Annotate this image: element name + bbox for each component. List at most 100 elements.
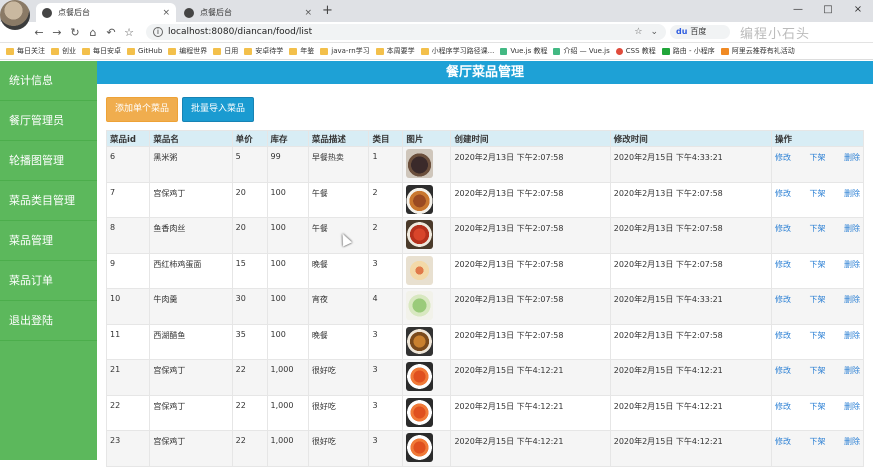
cell-stock: 100 bbox=[266, 252, 309, 289]
food-image bbox=[406, 362, 434, 391]
star-outline-icon[interactable]: ☆ bbox=[120, 26, 138, 39]
cell-desc: 早餐热卖 bbox=[307, 146, 370, 183]
off-shelf-link[interactable]: 下架 bbox=[810, 294, 826, 305]
cell-image bbox=[402, 181, 452, 218]
bookmark-label: 小程序学习路径课... bbox=[431, 47, 495, 55]
search-engine-box[interactable]: du 百度 bbox=[670, 25, 730, 39]
cell-modified: 2020年2月13日 下午2:07:58 bbox=[609, 323, 773, 360]
bookmark-item[interactable]: 创业 bbox=[51, 46, 76, 56]
edit-link[interactable]: 修改 bbox=[775, 436, 791, 447]
edit-link[interactable]: 修改 bbox=[775, 259, 791, 270]
forward-icon[interactable]: → bbox=[48, 26, 66, 39]
bookmark-item[interactable]: 每日关注 bbox=[6, 46, 45, 56]
back-icon[interactable]: ← bbox=[30, 26, 48, 39]
cell-image bbox=[402, 146, 452, 183]
bookmark-item[interactable]: 编程世界 bbox=[168, 46, 207, 56]
bookmark-item[interactable]: 日用 bbox=[213, 46, 238, 56]
add-food-button[interactable]: 添加单个菜品 bbox=[106, 97, 179, 122]
sidebar-item[interactable]: 菜品管理 bbox=[0, 221, 97, 261]
cell-created: 2020年2月15日 下午4:12:21 bbox=[450, 359, 611, 396]
folder-icon bbox=[289, 47, 298, 55]
table-header-row: 菜品id 菜品名 单价 库存 菜品描述 类目 图片 创建时间 修改时间 操作 bbox=[105, 130, 864, 147]
bookmark-item[interactable]: CSS 教程 bbox=[615, 46, 656, 56]
edit-link[interactable]: 修改 bbox=[775, 223, 791, 234]
bookmark-item[interactable]: 介绍 — Vue.js bbox=[553, 46, 610, 56]
delete-link[interactable]: 删除 bbox=[844, 223, 860, 234]
edit-link[interactable]: 修改 bbox=[775, 152, 791, 163]
cell-category: 3 bbox=[368, 323, 404, 360]
close-window-icon[interactable]: × bbox=[843, 0, 873, 20]
url-input[interactable]: i localhost:8080/diancan/food/list ☆ ⌄ bbox=[146, 24, 666, 40]
minimize-icon[interactable]: — bbox=[783, 0, 813, 20]
delete-link[interactable]: 删除 bbox=[844, 188, 860, 199]
edit-link[interactable]: 修改 bbox=[775, 294, 791, 305]
home-icon[interactable]: ⌂ bbox=[84, 26, 102, 39]
edit-link[interactable]: 修改 bbox=[775, 330, 791, 341]
close-icon[interactable]: × bbox=[162, 8, 170, 18]
sidebar-item[interactable]: 轮播图管理 bbox=[0, 141, 97, 181]
off-shelf-link[interactable]: 下架 bbox=[810, 188, 826, 199]
sidebar-item[interactable]: 统计信息 bbox=[0, 61, 97, 101]
cell-id: 11 bbox=[105, 323, 151, 360]
cell-modified: 2020年2月15日 下午4:12:21 bbox=[609, 359, 773, 396]
off-shelf-link[interactable]: 下架 bbox=[810, 436, 826, 447]
off-shelf-link[interactable]: 下架 bbox=[810, 330, 826, 341]
off-shelf-link[interactable]: 下架 bbox=[810, 223, 826, 234]
cell-actions: 修改 下架 删除 bbox=[771, 217, 864, 254]
maximize-icon[interactable]: □ bbox=[813, 0, 843, 20]
bookmark-item[interactable]: 每日安卓 bbox=[82, 46, 121, 56]
info-icon[interactable]: i bbox=[153, 27, 163, 37]
sidebar-item[interactable]: 菜品订单 bbox=[0, 261, 97, 301]
batch-import-button[interactable]: 批量导入菜品 bbox=[182, 97, 255, 122]
folder-icon bbox=[127, 47, 135, 55]
bookmark-star-icon[interactable]: ☆ bbox=[634, 27, 642, 37]
new-tab-button[interactable]: + bbox=[322, 3, 333, 18]
undo-icon[interactable]: ↶ bbox=[102, 26, 120, 39]
close-icon[interactable]: × bbox=[304, 8, 312, 18]
bookmark-item[interactable]: 阿里云推荐有礼活动 bbox=[720, 46, 795, 56]
bookmark-item[interactable]: java-rn学习 bbox=[320, 46, 370, 56]
edit-link[interactable]: 修改 bbox=[775, 401, 791, 412]
folder-icon bbox=[320, 47, 329, 55]
cell-modified: 2020年2月15日 下午4:33:21 bbox=[609, 146, 773, 183]
cell-id: 22 bbox=[105, 394, 151, 431]
column-header: 修改时间 bbox=[609, 130, 773, 147]
dropdown-icon[interactable]: ⌄ bbox=[650, 27, 658, 37]
bookmark-item[interactable]: 本周要学 bbox=[375, 46, 415, 56]
cell-actions: 修改 下架 删除 bbox=[771, 146, 864, 183]
cell-category: 3 bbox=[368, 394, 404, 431]
delete-link[interactable]: 删除 bbox=[844, 365, 860, 376]
cell-stock: 100 bbox=[266, 217, 309, 254]
bookmark-item[interactable]: 小程序学习路径课... bbox=[420, 46, 495, 56]
cell-desc: 很好吃 bbox=[307, 359, 370, 396]
bookmark-item[interactable]: 年鉴 bbox=[289, 46, 314, 56]
watermark: 编程小石头 bbox=[740, 27, 811, 42]
sidebar-item[interactable]: 餐厅管理员 bbox=[0, 101, 97, 141]
browser-tab[interactable]: 点餐后台 × bbox=[178, 3, 318, 22]
delete-link[interactable]: 删除 bbox=[844, 436, 860, 447]
delete-link[interactable]: 删除 bbox=[844, 294, 860, 305]
bookmark-item[interactable]: 路由 - 小程序 bbox=[661, 46, 715, 56]
sidebar-item[interactable]: 退出登陆 bbox=[0, 301, 97, 341]
off-shelf-link[interactable]: 下架 bbox=[810, 365, 826, 376]
bookmark-item[interactable]: GitHub bbox=[127, 47, 162, 55]
off-shelf-link[interactable]: 下架 bbox=[810, 401, 826, 412]
edit-link[interactable]: 修改 bbox=[775, 188, 791, 199]
delete-link[interactable]: 删除 bbox=[844, 330, 860, 341]
off-shelf-link[interactable]: 下架 bbox=[810, 259, 826, 270]
table-row: 9 西红柿鸡蛋面 15 100 晚餐 3 2020年2月13日 下午2:07:58 2020年… bbox=[105, 252, 864, 289]
bookmark-item[interactable]: Vue.js 教程 bbox=[500, 46, 547, 56]
delete-link[interactable]: 删除 bbox=[844, 401, 860, 412]
off-shelf-link[interactable]: 下架 bbox=[810, 152, 826, 163]
cell-image bbox=[402, 430, 452, 467]
cell-created: 2020年2月13日 下午2:07:58 bbox=[450, 323, 611, 360]
reload-icon[interactable]: ↻ bbox=[66, 26, 84, 39]
search-engine-label: 百度 bbox=[690, 27, 707, 36]
browser-tab-active[interactable]: 点餐后台 × bbox=[36, 3, 176, 22]
sidebar-item[interactable]: 菜品类目管理 bbox=[0, 181, 97, 221]
delete-link[interactable]: 删除 bbox=[844, 152, 860, 163]
bookmark-item[interactable]: 安卓待学 bbox=[244, 46, 283, 56]
edit-link[interactable]: 修改 bbox=[775, 365, 791, 376]
food-image bbox=[406, 184, 434, 214]
delete-link[interactable]: 删除 bbox=[844, 259, 860, 270]
